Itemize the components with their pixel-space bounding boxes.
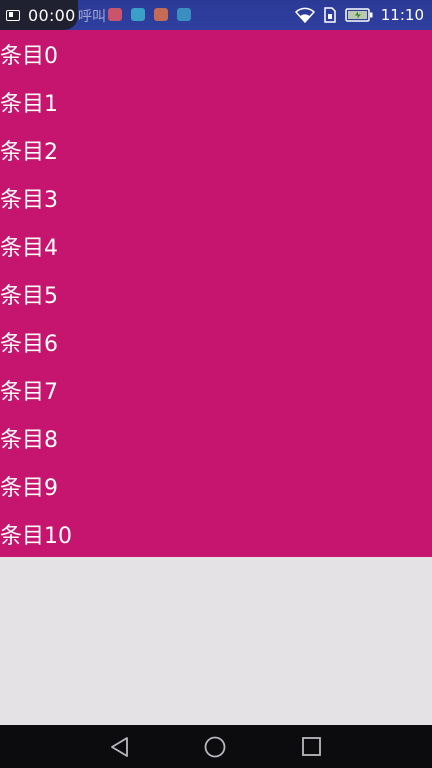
- clock: 11:10: [380, 6, 424, 24]
- battery-icon: [345, 8, 373, 22]
- list-item[interactable]: 条目8: [0, 414, 432, 462]
- video-app-icon: [108, 8, 122, 21]
- list-item[interactable]: 条目9: [0, 462, 432, 510]
- sim-card-icon: [323, 7, 337, 23]
- app-screen: 00:00 呼叫 11:10 条目0 条目1 条目2 条目3 条目4 条目5 条…: [0, 0, 432, 768]
- status-right: 11:10: [294, 0, 424, 30]
- home-icon[interactable]: [204, 736, 226, 758]
- item-list: 条目0 条目1 条目2 条目3 条目4 条目5 条目6 条目7 条目8 条目9 …: [0, 30, 432, 557]
- notification-icons: [108, 8, 191, 21]
- list-item[interactable]: 条目2: [0, 126, 432, 174]
- notification-text: 呼叫: [78, 9, 106, 25]
- recents-icon[interactable]: [301, 736, 323, 758]
- list-item[interactable]: 条目1: [0, 78, 432, 126]
- navigation-bar: [0, 725, 432, 768]
- list-item[interactable]: 条目7: [0, 366, 432, 414]
- list-item[interactable]: 条目4: [0, 222, 432, 270]
- back-icon[interactable]: [109, 736, 131, 758]
- list-item[interactable]: 条目10: [0, 510, 432, 558]
- heart-app-icon: [154, 8, 168, 21]
- empty-area: [0, 557, 432, 725]
- screen-recording-timer[interactable]: 00:00: [0, 0, 78, 30]
- list-item[interactable]: 条目0: [0, 30, 432, 78]
- screen-record-icon: [6, 9, 20, 21]
- chat-app-icon: [177, 8, 191, 21]
- list-item[interactable]: 条目5: [0, 270, 432, 318]
- browser-app-icon: [131, 8, 145, 21]
- status-bar: 00:00 呼叫 11:10: [0, 0, 432, 30]
- timer-text: 00:00: [28, 5, 76, 25]
- wifi-icon: [294, 7, 315, 23]
- list-item[interactable]: 条目3: [0, 174, 432, 222]
- list-item[interactable]: 条目6: [0, 318, 432, 366]
